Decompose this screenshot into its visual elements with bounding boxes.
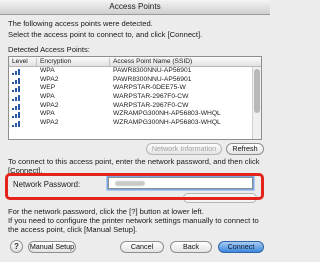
access-point-list[interactable]: Level Encryption Access Point Name (SSID… — [8, 56, 262, 140]
table-row[interactable]: WPA2 WZRAMPG300NH-AP56803-WHQL — [9, 119, 253, 128]
row-encryption: WPA2 — [40, 119, 59, 127]
signal-strength-icon — [12, 77, 20, 84]
table-row[interactable]: WPA PAWR8300NNU-AP56901 — [9, 67, 253, 76]
table-row[interactable]: WPA2 PAWR8300NNU-AP56901 — [9, 76, 253, 85]
connect-instruction-line-1: To connect to this access point, enter t… — [8, 157, 260, 166]
column-header-level[interactable]: Level — [12, 58, 28, 65]
row-encryption: WEP — [40, 84, 56, 92]
row-encryption: WPA2 — [40, 101, 59, 109]
help-button[interactable]: ? — [10, 240, 23, 253]
row-ssid: WZRAMPG300NH-AP56803-WHQL — [113, 119, 221, 127]
row-ssid: WARPSTAR-2967F0-CW — [113, 93, 189, 101]
refresh-button[interactable]: Refresh — [226, 143, 264, 155]
window-title: Access Points — [109, 2, 161, 11]
row-encryption: WPA — [40, 67, 55, 74]
detected-access-points-label: Detected Access Points: — [8, 45, 90, 54]
row-ssid: WARPSTAR-2967F0-CW — [113, 101, 189, 109]
scrollbar-thumb[interactable] — [254, 69, 260, 113]
table-row[interactable]: WPA2 WARPSTAR-2967F0-CW — [9, 102, 253, 111]
help-text-line-3: the access point, click [Manual Setup]. — [8, 225, 138, 234]
intro-line-2: Select the access point to connect to, a… — [8, 30, 203, 39]
help-text-line-2: If you need to configure the printer net… — [8, 216, 259, 225]
manual-setup-button[interactable]: Manual Setup — [28, 241, 76, 253]
list-scrollbar[interactable] — [252, 67, 261, 139]
cancel-button[interactable]: Cancel — [120, 241, 164, 253]
row-ssid: PAWR8300NNU-AP56901 — [113, 67, 192, 74]
help-text-line-1: For the network password, click the [?] … — [8, 207, 204, 216]
row-ssid: WZRAMPG300NH-AP56803-WHQL — [113, 110, 221, 118]
signal-strength-icon — [12, 112, 20, 119]
table-row[interactable]: WEP WARPSTAR-0DEE75-W — [9, 84, 253, 93]
signal-strength-icon — [12, 86, 20, 93]
connect-button[interactable]: Connect — [218, 241, 264, 253]
row-ssid: WARPSTAR-0DEE75-W — [113, 84, 186, 92]
row-encryption: WPA — [40, 93, 55, 101]
intro-line-1: The following access points were detecte… — [8, 19, 153, 28]
column-header-ssid[interactable]: Access Point Name (SSID) — [113, 58, 192, 65]
access-point-rows: WPA PAWR8300NNU-AP56901 WPA2 PAWR8300NNU… — [9, 67, 253, 128]
signal-strength-icon — [12, 103, 20, 110]
network-information-button[interactable]: Network Information — [146, 143, 222, 155]
password-highlight-annotation — [5, 173, 264, 200]
signal-strength-icon — [12, 95, 20, 102]
signal-strength-icon — [12, 69, 20, 75]
table-row[interactable]: WPA WARPSTAR-2967F0-CW — [9, 93, 253, 102]
column-header-encryption[interactable]: Encryption — [40, 58, 71, 65]
list-header: Level Encryption Access Point Name (SSID… — [9, 57, 261, 67]
signal-strength-icon — [12, 121, 20, 128]
row-encryption: WPA — [40, 110, 55, 118]
title-bar: Access Points — [0, 0, 270, 15]
back-button[interactable]: Back — [170, 241, 212, 253]
row-ssid: PAWR8300NNU-AP56901 — [113, 75, 192, 83]
row-encryption: WPA2 — [40, 75, 59, 83]
table-row[interactable]: WPA WZRAMPG300NH-AP56803-WHQL — [9, 110, 253, 119]
